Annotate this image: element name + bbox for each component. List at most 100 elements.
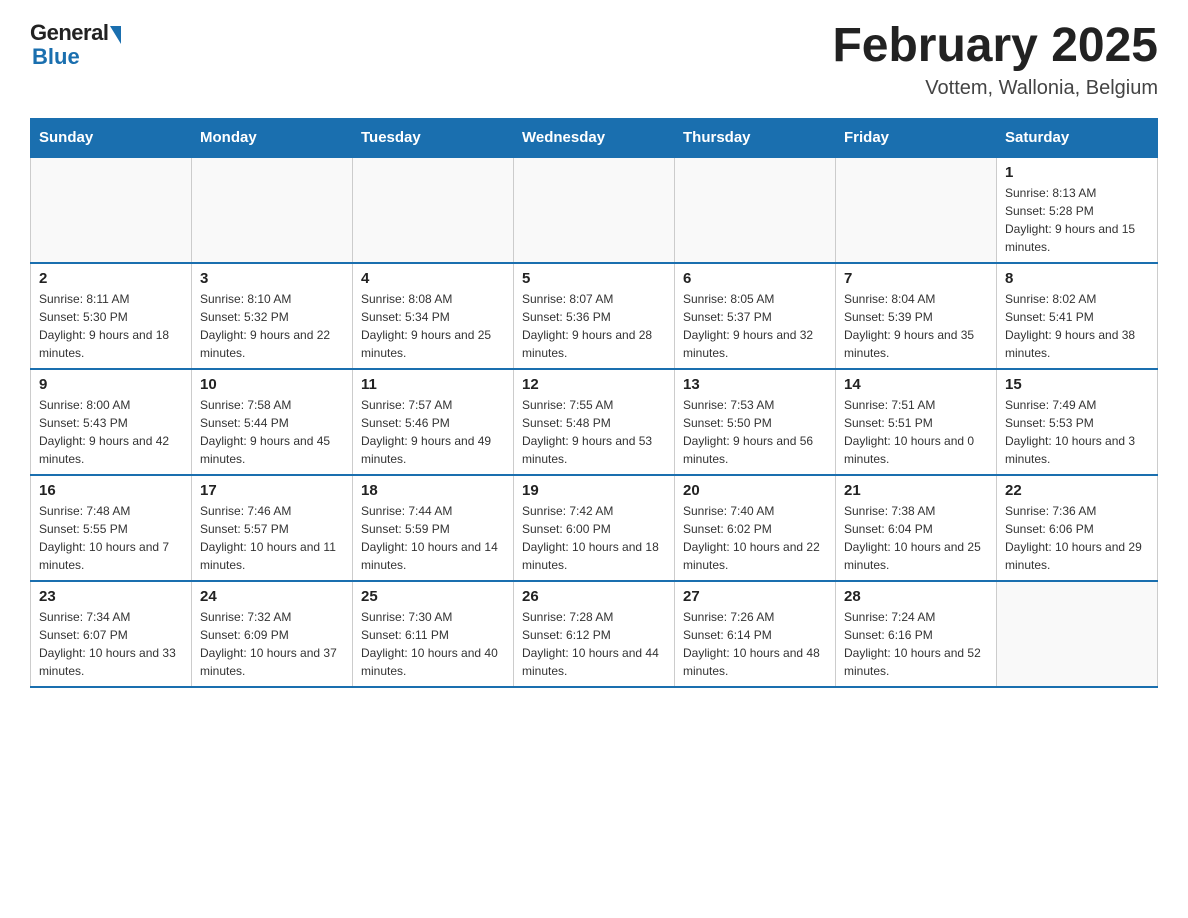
day-number: 3	[200, 270, 344, 287]
day-info: Sunrise: 8:00 AMSunset: 5:43 PMDaylight:…	[39, 396, 183, 468]
weekday-header-saturday: Saturday	[997, 118, 1158, 157]
day-info: Sunrise: 8:02 AMSunset: 5:41 PMDaylight:…	[1005, 290, 1149, 362]
day-info: Sunrise: 7:24 AMSunset: 6:16 PMDaylight:…	[844, 608, 988, 680]
week-row-3: 9 Sunrise: 8:00 AMSunset: 5:43 PMDaylight…	[31, 369, 1158, 475]
calendar-cell: 7Sunrise: 8:04 AMSunset: 5:39 PMDaylight…	[836, 263, 997, 369]
day-number: 21	[844, 482, 988, 499]
day-number: 15	[1005, 376, 1149, 393]
day-number: 25	[361, 588, 505, 605]
day-number: 6	[683, 270, 827, 287]
calendar-cell: 5 Sunrise: 8:07 AMSunset: 5:36 PMDaylight…	[514, 263, 675, 369]
day-number: 5	[522, 270, 666, 287]
calendar-cell: 15 Sunrise: 7:49 AMSunset: 5:53 PMDayligh…	[997, 369, 1158, 475]
week-row-4: 16Sunrise: 7:48 AMSunset: 5:55 PMDayligh…	[31, 475, 1158, 581]
day-number: 4	[361, 270, 505, 287]
day-info: Sunrise: 7:42 AMSunset: 6:00 PMDaylight:…	[522, 502, 666, 574]
day-number: 27	[683, 588, 827, 605]
calendar-cell	[353, 157, 514, 263]
day-number: 11	[361, 376, 505, 393]
day-info: Sunrise: 7:28 AMSunset: 6:12 PMDaylight:…	[522, 608, 666, 680]
calendar-cell: 8 Sunrise: 8:02 AMSunset: 5:41 PMDaylight…	[997, 263, 1158, 369]
day-number: 10	[200, 376, 344, 393]
day-info: Sunrise: 7:34 AMSunset: 6:07 PMDaylight:…	[39, 608, 183, 680]
calendar-cell: 17 Sunrise: 7:46 AMSunset: 5:57 PMDayligh…	[192, 475, 353, 581]
location: Vottem, Wallonia, Belgium	[832, 77, 1158, 100]
week-row-5: 23Sunrise: 7:34 AMSunset: 6:07 PMDayligh…	[31, 581, 1158, 687]
day-info: Sunrise: 7:58 AMSunset: 5:44 PMDaylight:…	[200, 396, 344, 468]
day-info: Sunrise: 7:30 AMSunset: 6:11 PMDaylight:…	[361, 608, 505, 680]
day-number: 9	[39, 376, 183, 393]
weekday-header-tuesday: Tuesday	[353, 118, 514, 157]
day-number: 26	[522, 588, 666, 605]
day-info: Sunrise: 7:48 AMSunset: 5:55 PMDaylight:…	[39, 502, 183, 574]
calendar-cell: 26 Sunrise: 7:28 AMSunset: 6:12 PMDayligh…	[514, 581, 675, 687]
weekday-header-monday: Monday	[192, 118, 353, 157]
logo: General Blue	[30, 20, 121, 70]
calendar-cell: 27 Sunrise: 7:26 AMSunset: 6:14 PMDayligh…	[675, 581, 836, 687]
calendar-cell: 10 Sunrise: 7:58 AMSunset: 5:44 PMDayligh…	[192, 369, 353, 475]
day-number: 28	[844, 588, 988, 605]
calendar-cell: 12 Sunrise: 7:55 AMSunset: 5:48 PMDayligh…	[514, 369, 675, 475]
calendar-table: SundayMondayTuesdayWednesdayThursdayFrid…	[30, 118, 1158, 688]
calendar-cell: 24 Sunrise: 7:32 AMSunset: 6:09 PMDayligh…	[192, 581, 353, 687]
week-row-2: 2 Sunrise: 8:11 AMSunset: 5:30 PMDaylight…	[31, 263, 1158, 369]
day-info: Sunrise: 7:57 AMSunset: 5:46 PMDaylight:…	[361, 396, 505, 468]
day-number: 8	[1005, 270, 1149, 287]
calendar-cell: 21 Sunrise: 7:38 AMSunset: 6:04 PMDayligh…	[836, 475, 997, 581]
day-number: 20	[683, 482, 827, 499]
day-number: 1	[1005, 164, 1149, 181]
day-number: 7	[844, 270, 988, 287]
day-info: Sunrise: 7:36 AMSunset: 6:06 PMDaylight:…	[1005, 502, 1149, 574]
calendar-cell: 4 Sunrise: 8:08 AMSunset: 5:34 PMDaylight…	[353, 263, 514, 369]
day-info: Sunrise: 7:44 AMSunset: 5:59 PMDaylight:…	[361, 502, 505, 574]
day-number: 13	[683, 376, 827, 393]
calendar-cell	[997, 581, 1158, 687]
day-info: Sunrise: 7:32 AMSunset: 6:09 PMDaylight:…	[200, 608, 344, 680]
weekday-header-friday: Friday	[836, 118, 997, 157]
calendar-cell: 6 Sunrise: 8:05 AMSunset: 5:37 PMDaylight…	[675, 263, 836, 369]
month-title: February 2025	[832, 20, 1158, 73]
day-number: 19	[522, 482, 666, 499]
calendar-cell: 23Sunrise: 7:34 AMSunset: 6:07 PMDayligh…	[31, 581, 192, 687]
calendar-cell: 16Sunrise: 7:48 AMSunset: 5:55 PMDayligh…	[31, 475, 192, 581]
day-info: Sunrise: 8:11 AMSunset: 5:30 PMDaylight:…	[39, 290, 183, 362]
calendar-cell: 18 Sunrise: 7:44 AMSunset: 5:59 PMDayligh…	[353, 475, 514, 581]
day-number: 17	[200, 482, 344, 499]
logo-arrow-icon	[110, 26, 121, 44]
calendar-cell	[836, 157, 997, 263]
calendar-cell: 20 Sunrise: 7:40 AMSunset: 6:02 PMDayligh…	[675, 475, 836, 581]
day-info: Sunrise: 7:46 AMSunset: 5:57 PMDaylight:…	[200, 502, 344, 574]
weekday-header-sunday: Sunday	[31, 118, 192, 157]
calendar-cell: 2 Sunrise: 8:11 AMSunset: 5:30 PMDaylight…	[31, 263, 192, 369]
calendar-cell	[514, 157, 675, 263]
day-info: Sunrise: 7:38 AMSunset: 6:04 PMDaylight:…	[844, 502, 988, 574]
calendar-cell: 14Sunrise: 7:51 AMSunset: 5:51 PMDayligh…	[836, 369, 997, 475]
calendar-cell: 22 Sunrise: 7:36 AMSunset: 6:06 PMDayligh…	[997, 475, 1158, 581]
day-info: Sunrise: 8:07 AMSunset: 5:36 PMDaylight:…	[522, 290, 666, 362]
day-info: Sunrise: 7:55 AMSunset: 5:48 PMDaylight:…	[522, 396, 666, 468]
day-info: Sunrise: 7:53 AMSunset: 5:50 PMDaylight:…	[683, 396, 827, 468]
day-info: Sunrise: 8:05 AMSunset: 5:37 PMDaylight:…	[683, 290, 827, 362]
weekday-header-thursday: Thursday	[675, 118, 836, 157]
day-number: 2	[39, 270, 183, 287]
day-number: 22	[1005, 482, 1149, 499]
title-area: February 2025 Vottem, Wallonia, Belgium	[832, 20, 1158, 100]
day-info: Sunrise: 7:40 AMSunset: 6:02 PMDaylight:…	[683, 502, 827, 574]
logo-blue-text: Blue	[32, 44, 80, 70]
day-info: Sunrise: 8:13 AMSunset: 5:28 PMDaylight:…	[1005, 184, 1149, 256]
weekday-header-wednesday: Wednesday	[514, 118, 675, 157]
calendar-cell: 9 Sunrise: 8:00 AMSunset: 5:43 PMDaylight…	[31, 369, 192, 475]
calendar-cell	[192, 157, 353, 263]
day-info: Sunrise: 8:08 AMSunset: 5:34 PMDaylight:…	[361, 290, 505, 362]
day-number: 18	[361, 482, 505, 499]
day-number: 24	[200, 588, 344, 605]
day-info: Sunrise: 7:49 AMSunset: 5:53 PMDaylight:…	[1005, 396, 1149, 468]
calendar-cell	[31, 157, 192, 263]
calendar-cell: 1 Sunrise: 8:13 AMSunset: 5:28 PMDaylight…	[997, 157, 1158, 263]
day-number: 12	[522, 376, 666, 393]
calendar-cell: 3Sunrise: 8:10 AMSunset: 5:32 PMDaylight…	[192, 263, 353, 369]
calendar-cell: 25 Sunrise: 7:30 AMSunset: 6:11 PMDayligh…	[353, 581, 514, 687]
day-info: Sunrise: 7:26 AMSunset: 6:14 PMDaylight:…	[683, 608, 827, 680]
day-info: Sunrise: 7:51 AMSunset: 5:51 PMDaylight:…	[844, 396, 988, 468]
calendar-cell: 28 Sunrise: 7:24 AMSunset: 6:16 PMDayligh…	[836, 581, 997, 687]
